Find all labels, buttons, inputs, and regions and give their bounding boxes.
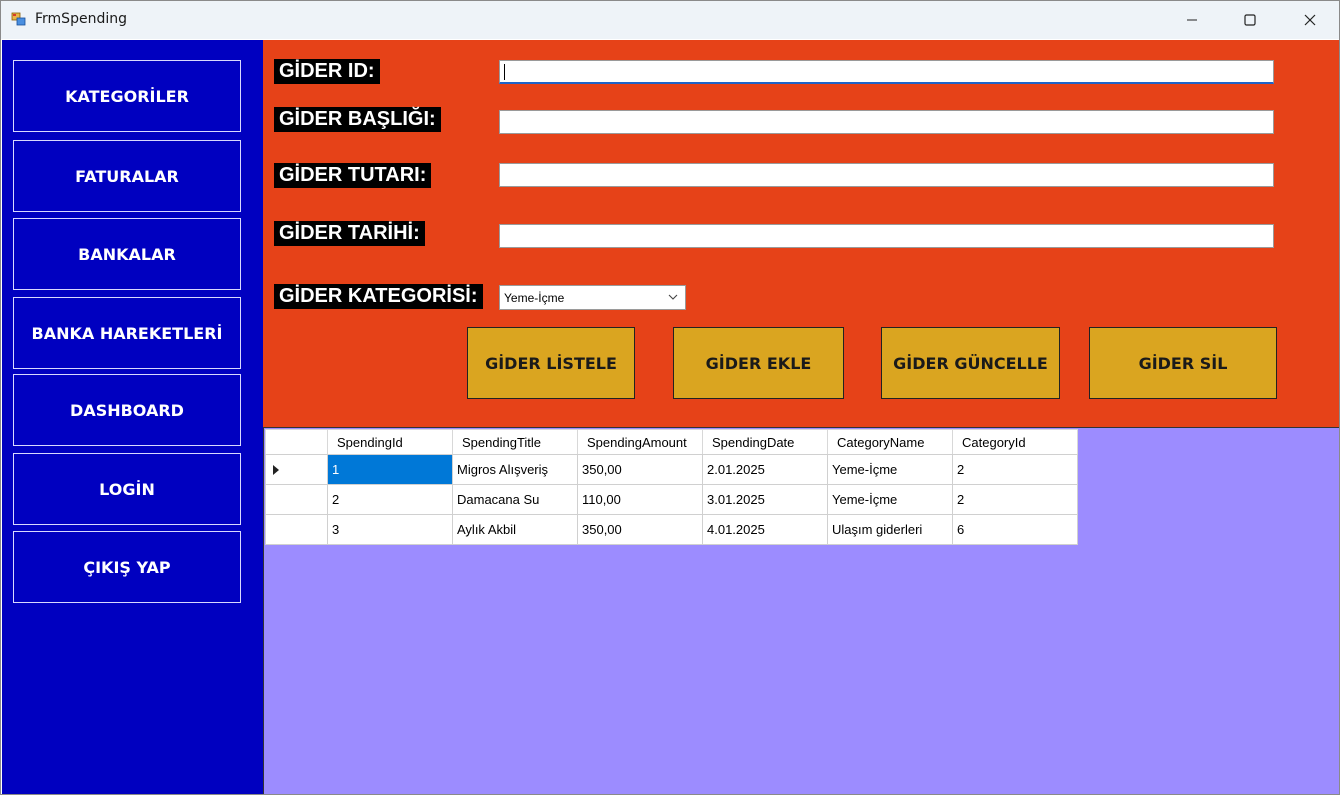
table-cell[interactable]: Yeme-İçme (827, 484, 953, 515)
gider-id-label: GİDER ID: (274, 59, 380, 84)
category-select[interactable]: Yeme-İçme (499, 285, 686, 310)
table-cell[interactable]: 2 (327, 484, 453, 515)
sidebar-item-bankalar[interactable]: BANKALAR (13, 218, 241, 290)
table-row[interactable]: 3 Aylık Akbil 350,00 4.01.2025 Ulaşım gi… (265, 514, 1078, 545)
table-cell[interactable]: Migros Alışveriş (452, 454, 578, 485)
row-header[interactable] (265, 514, 328, 545)
chevron-down-icon (668, 294, 678, 300)
gider-tarihi-input[interactable] (499, 224, 1274, 248)
window-title: FrmSpending (35, 11, 127, 27)
maximize-icon (1244, 14, 1256, 26)
table-cell[interactable]: 350,00 (577, 514, 703, 545)
gider-basligi-label: GİDER BAŞLIĞI: (274, 107, 441, 132)
gider-tutari-input[interactable] (499, 163, 1274, 187)
column-header-spendingdate[interactable]: SpendingDate (702, 429, 828, 455)
sidebar-item-faturalar[interactable]: FATURALAR (13, 140, 241, 212)
gider-kategorisi-label: GİDER KATEGORİSİ: (274, 284, 483, 309)
row-header[interactable] (265, 454, 328, 485)
table-cell[interactable]: 3.01.2025 (702, 484, 828, 515)
sidebar: KATEGORİLER FATURALAR BANKALAR BANKA HAR… (2, 40, 263, 794)
column-header-categoryid[interactable]: CategoryId (952, 429, 1078, 455)
table-row[interactable]: 2 Damacana Su 110,00 3.01.2025 Yeme-İçme… (265, 484, 1078, 515)
table-cell[interactable]: 2 (952, 454, 1078, 485)
delete-spending-button[interactable]: GİDER SİL (1089, 327, 1277, 399)
column-header-spendingamount[interactable]: SpendingAmount (577, 429, 703, 455)
table-cell[interactable]: Yeme-İçme (827, 454, 953, 485)
title-bar: FrmSpending (1, 1, 1339, 39)
sidebar-item-dashboard[interactable]: DASHBOARD (13, 374, 241, 446)
table-cell[interactable]: 1 (327, 454, 453, 485)
gider-id-input[interactable] (499, 60, 1274, 84)
table-cell[interactable]: Damacana Su (452, 484, 578, 515)
table-cell[interactable]: 2.01.2025 (702, 454, 828, 485)
table-cell[interactable]: 6 (952, 514, 1078, 545)
sidebar-item-banka-hareketleri[interactable]: BANKA HAREKETLERİ (13, 297, 241, 369)
app-icon (11, 12, 26, 26)
add-spending-button[interactable]: GİDER EKLE (673, 327, 844, 399)
spending-grid[interactable]: SpendingId SpendingTitle SpendingAmount … (265, 429, 1078, 545)
table-cell[interactable]: Ulaşım giderleri (827, 514, 953, 545)
table-cell[interactable]: 4.01.2025 (702, 514, 828, 545)
close-button[interactable] (1281, 1, 1339, 39)
sidebar-item-login[interactable]: LOGİN (13, 453, 241, 525)
row-header-corner[interactable] (265, 429, 328, 455)
table-cell[interactable]: Aylık Akbil (452, 514, 578, 545)
close-icon (1304, 14, 1316, 26)
row-header[interactable] (265, 484, 328, 515)
table-cell[interactable]: 3 (327, 514, 453, 545)
minimize-icon (1187, 19, 1197, 21)
table-cell[interactable]: 110,00 (577, 484, 703, 515)
table-cell[interactable]: 2 (952, 484, 1078, 515)
column-header-spendingid[interactable]: SpendingId (327, 429, 453, 455)
gider-tutari-label: GİDER TUTARI: (274, 163, 432, 188)
table-cell[interactable]: 350,00 (577, 454, 703, 485)
column-header-spendingtitle[interactable]: SpendingTitle (452, 429, 578, 455)
data-grid-area: SpendingId SpendingTitle SpendingAmount … (263, 427, 1339, 794)
grid-header-row: SpendingId SpendingTitle SpendingAmount … (265, 429, 1078, 455)
form-panel: GİDER ID: GİDER BAŞLIĞI: GİDER TUTARI: G… (263, 40, 1339, 427)
maximize-button[interactable] (1221, 1, 1279, 39)
table-row[interactable]: 1 Migros Alışveriş 350,00 2.01.2025 Yeme… (265, 454, 1078, 485)
current-row-icon (273, 465, 279, 475)
column-header-categoryname[interactable]: CategoryName (827, 429, 953, 455)
gider-basligi-input[interactable] (499, 110, 1274, 134)
sidebar-item-kategoriler[interactable]: KATEGORİLER (13, 60, 241, 132)
minimize-button[interactable] (1163, 1, 1221, 39)
category-select-value: Yeme-İçme (504, 291, 565, 305)
list-spending-button[interactable]: GİDER LİSTELE (467, 327, 635, 399)
sidebar-item-cikis-yap[interactable]: ÇIKIŞ YAP (13, 531, 241, 603)
text-caret (504, 64, 505, 80)
update-spending-button[interactable]: GİDER GÜNCELLE (881, 327, 1060, 399)
app-window: FrmSpending KATEGORİLER FATURALAR BANKAL… (0, 0, 1340, 795)
gider-tarihi-label: GİDER TARİHİ: (274, 221, 425, 246)
